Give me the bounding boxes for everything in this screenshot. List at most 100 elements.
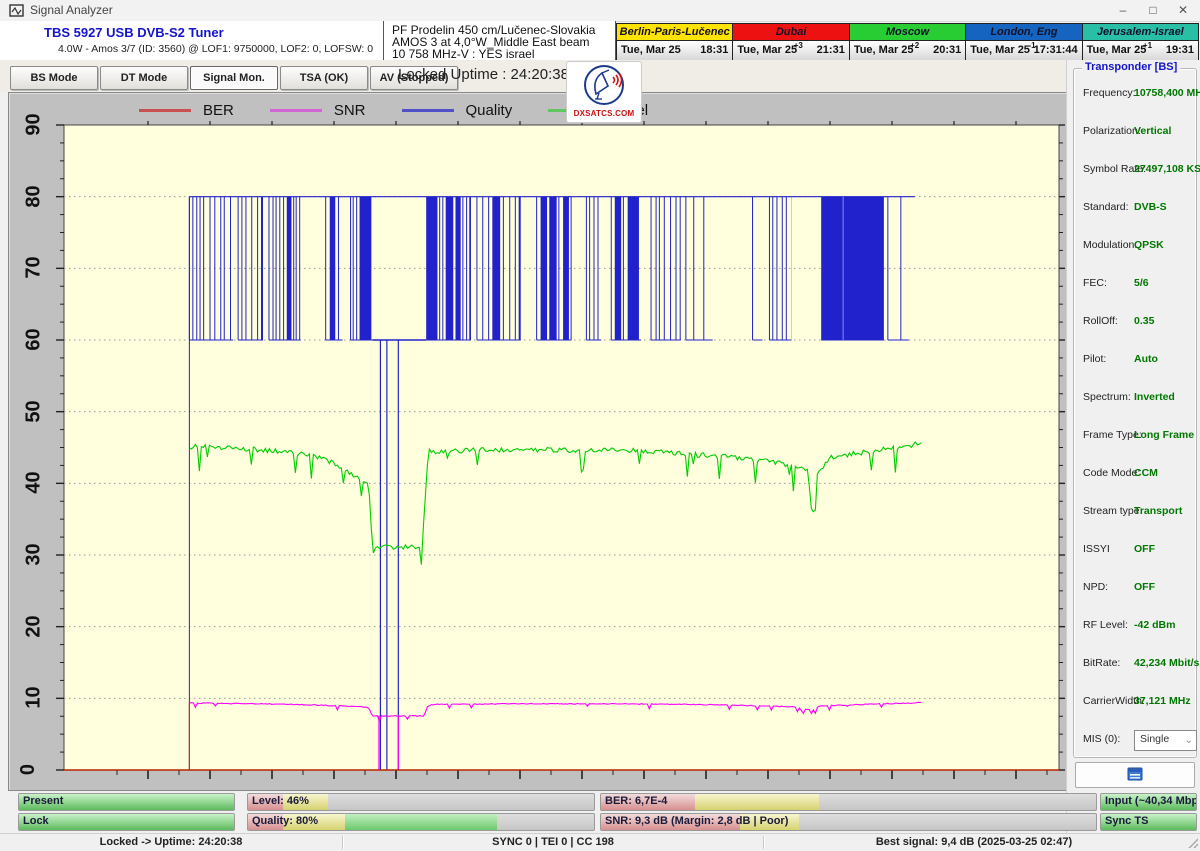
clock-city: Moscow bbox=[850, 24, 965, 41]
meter-ber: BER: 6,7E-4 bbox=[600, 793, 1097, 811]
meter-label: SNR: 9,3 dB (Margin: 2,8 dB | Poor) bbox=[605, 815, 788, 827]
clock-body: Tue, Mar 25 -1 17:31:44 bbox=[966, 41, 1081, 60]
clock-city: Berlin-Paris-Lučenec bbox=[617, 24, 732, 41]
mis-selected-value: Single bbox=[1140, 733, 1169, 745]
meter-snr: SNR: 9,3 dB (Margin: 2,8 dB | Poor) bbox=[600, 813, 1097, 831]
clock-body: Tue, Mar 25 +3 21:31 bbox=[733, 41, 848, 60]
clock-city: London, Eng bbox=[966, 24, 1081, 41]
clock-body: Tue, Mar 25 18:31 bbox=[617, 41, 732, 60]
tp-row-value: Long Frame bbox=[1134, 429, 1194, 441]
tp-row-label: Modulation: bbox=[1083, 239, 1137, 251]
y-axis-label: 70 bbox=[23, 257, 46, 279]
status-best-signal: Best signal: 9,4 dB (2025-03-25 02:47) bbox=[764, 834, 1184, 851]
tp-row-label: FEC: bbox=[1083, 277, 1107, 289]
transponder-groupbox: Transponder [BS] Frequency: 10758,400 MH… bbox=[1073, 68, 1197, 758]
legend-swatch bbox=[139, 109, 191, 112]
tp-row-value: 37,121 MHz bbox=[1134, 695, 1191, 707]
tp-row-label: Frequency: bbox=[1083, 87, 1136, 99]
tp-row-value: 10758,400 MHz bbox=[1134, 87, 1200, 99]
clock-date: Tue, Mar 25 bbox=[854, 44, 914, 56]
y-axis-label: 80 bbox=[23, 185, 46, 207]
tp-row-value: 27497,108 KS/s bbox=[1134, 163, 1200, 175]
clock-date: Tue, Mar 25 bbox=[970, 44, 1030, 56]
tp-row-value: Vertical bbox=[1134, 125, 1171, 137]
app-icon bbox=[9, 3, 24, 18]
status-bar: Locked -> Uptime: 24:20:38 SYNC 0 | TEI … bbox=[0, 833, 1200, 851]
meter-label: Quality: 80% bbox=[252, 815, 318, 827]
meter-label: BER: 6,7E-4 bbox=[605, 795, 667, 807]
clock-moscow: Moscow Tue, Mar 25 +2 20:31 bbox=[850, 24, 966, 60]
tp-row-value: 0.35 bbox=[1134, 315, 1154, 327]
mis-dropdown[interactable]: Single ⌄ bbox=[1134, 730, 1197, 751]
meter-present: Present bbox=[18, 793, 235, 811]
legend-item-quality: Quality bbox=[402, 101, 513, 119]
clock-time: 18:31 bbox=[700, 44, 728, 56]
feed-info-block: PF Prodelin 450 cm/Lučenec-Slovakia AMOS… bbox=[383, 21, 616, 61]
tp-row-value: OFF bbox=[1134, 581, 1155, 593]
tp-row-value: Auto bbox=[1134, 353, 1158, 365]
window-title: Signal Analyzer bbox=[30, 3, 113, 17]
dxsatcs-logo: DXSATCS.COM bbox=[566, 61, 642, 123]
tp-row-value: 5/6 bbox=[1134, 277, 1149, 289]
tp-row-value: DVB-S bbox=[1134, 201, 1167, 213]
maximize-button[interactable]: □ bbox=[1138, 0, 1168, 20]
meter-label: Input (~40,34 Mbps) bbox=[1105, 795, 1197, 807]
tab-dt-mode[interactable]: DT Mode bbox=[100, 66, 188, 90]
clock-london-eng: London, Eng Tue, Mar 25 -1 17:31:44 bbox=[966, 24, 1082, 60]
tp-row-label: Standard: bbox=[1083, 201, 1129, 213]
meter-quality: Quality: 80% bbox=[247, 813, 595, 831]
tuner-details: 4.0W - Amos 3/7 (ID: 3560) @ LOF1: 97500… bbox=[58, 43, 373, 55]
clock-berlin-paris-lu-enec: Berlin-Paris-Lučenec Tue, Mar 25 18:31 bbox=[617, 24, 733, 60]
panel-action-button[interactable] bbox=[1075, 762, 1195, 788]
status-locked-uptime: Locked -> Uptime: 24:20:38 bbox=[0, 834, 342, 851]
meter-lock: Lock bbox=[18, 813, 235, 831]
tab-signal-mon-[interactable]: Signal Mon. bbox=[190, 66, 278, 90]
meter-label: Level: 46% bbox=[252, 795, 309, 807]
y-axis-label: 20 bbox=[23, 615, 46, 637]
tp-row-value: OFF bbox=[1134, 543, 1155, 555]
satellite-dish-icon bbox=[567, 64, 641, 111]
close-button[interactable]: ✕ bbox=[1168, 0, 1198, 20]
tp-row-value: 42,234 Mbit/s bbox=[1134, 657, 1199, 669]
tp-row-label: Frame Type: bbox=[1083, 429, 1142, 441]
clock-utc-offset: +2 bbox=[910, 41, 919, 50]
signal-chart bbox=[9, 121, 1065, 788]
minimize-button[interactable]: – bbox=[1108, 0, 1138, 20]
tp-row-value: CCM bbox=[1134, 467, 1158, 479]
legend-label: SNR bbox=[334, 102, 366, 119]
meter-sync: Sync TS bbox=[1100, 813, 1197, 831]
tab-bs-mode[interactable]: BS Mode bbox=[10, 66, 98, 90]
legend-item-snr: SNR bbox=[270, 101, 366, 119]
resize-grip[interactable] bbox=[1188, 838, 1198, 848]
tp-row-label: Pilot: bbox=[1083, 353, 1106, 365]
tp-row-label: Code Mode: bbox=[1083, 467, 1140, 479]
tab-tsa-ok-[interactable]: TSA (OK) bbox=[280, 66, 368, 90]
tp-row-value: QPSK bbox=[1134, 239, 1164, 251]
clock-date: Tue, Mar 25 bbox=[621, 44, 681, 56]
mis-label: MIS (0): bbox=[1083, 733, 1120, 745]
tp-row-label: Spectrum: bbox=[1083, 391, 1131, 403]
tp-row-label: NPD: bbox=[1083, 581, 1108, 593]
tp-row-label: ISSYI bbox=[1083, 543, 1110, 555]
tuner-info-block: TBS 5927 USB DVB-S2 Tuner 4.0W - Amos 3/… bbox=[0, 21, 383, 61]
chevron-down-icon: ⌄ bbox=[1185, 732, 1193, 749]
clock-time: 19:31 bbox=[1166, 44, 1194, 56]
tp-row-value: Transport bbox=[1134, 505, 1182, 517]
clock-body: Tue, Mar 25 +1 19:31 bbox=[1083, 41, 1198, 60]
y-axis-label: 90 bbox=[23, 113, 46, 135]
status-sync-counters: SYNC 0 | TEI 0 | CC 198 bbox=[343, 834, 763, 851]
signal-chart-panel: BER SNR Quality Level 010203040506070809… bbox=[8, 92, 1068, 791]
legend-item-ber: BER bbox=[139, 101, 234, 119]
clock-dubai: Dubai Tue, Mar 25 +3 21:31 bbox=[733, 24, 849, 60]
clock-utc-offset: +3 bbox=[794, 41, 803, 50]
clock-time: 20:31 bbox=[933, 44, 961, 56]
title-bar: Signal Analyzer – □ ✕ bbox=[0, 0, 1200, 22]
meter-input: Input (~40,34 Mbps) bbox=[1100, 793, 1197, 811]
y-axis-label: 10 bbox=[23, 687, 46, 709]
legend-swatch bbox=[270, 109, 322, 112]
clock-city: Jerusalem-Israel bbox=[1083, 24, 1198, 41]
clock-date: Tue, Mar 25 bbox=[1087, 44, 1147, 56]
tp-row-label: RF Level: bbox=[1083, 619, 1128, 631]
meter-label: Sync TS bbox=[1105, 815, 1148, 827]
y-axis-label: 0 bbox=[17, 764, 40, 775]
